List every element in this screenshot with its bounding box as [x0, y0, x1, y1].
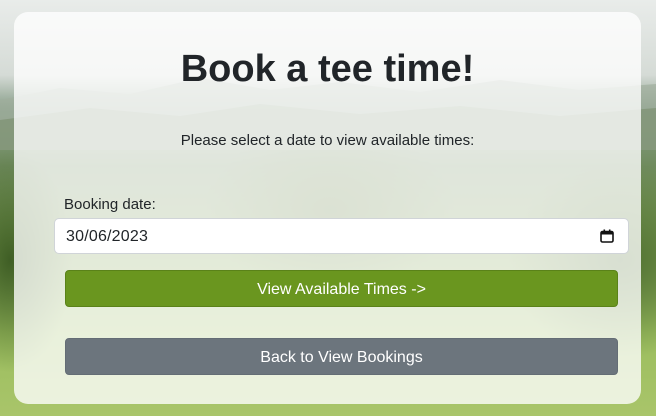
instructions-text: Please select a date to view available t… — [180, 132, 475, 149]
booking-date-label: Booking date: — [64, 196, 156, 213]
view-available-times-button[interactable]: View Available Times -> — [65, 270, 618, 307]
booking-date-value[interactable]: 30/06/2023 — [66, 228, 148, 246]
page-title: Book a tee time! — [180, 48, 475, 90]
back-to-bookings-button[interactable]: Back to View Bookings — [65, 338, 618, 375]
booking-date-input[interactable]: 30/06/2023 — [54, 218, 629, 254]
booking-card: Book a tee time! Please select a date to… — [14, 12, 641, 404]
calendar-icon[interactable] — [600, 229, 614, 243]
